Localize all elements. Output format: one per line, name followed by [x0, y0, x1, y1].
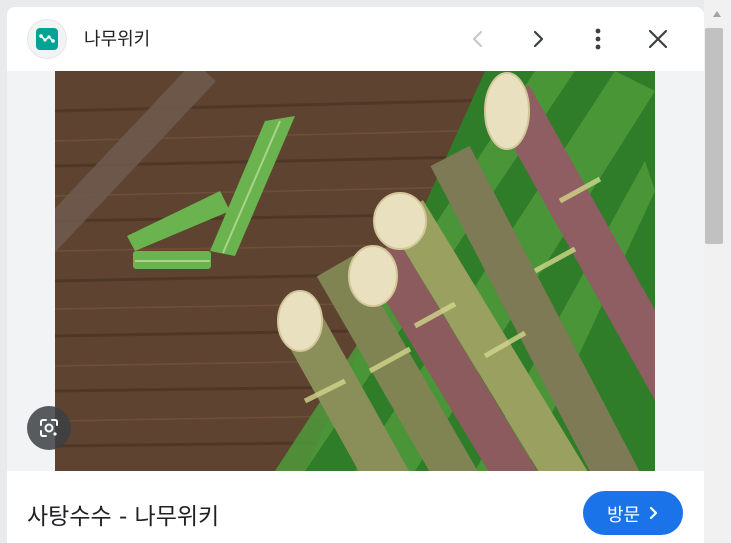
image-preview-panel: 나무위키 사탕수수 - 나무위키 방문: [7, 7, 704, 543]
image-area: [7, 71, 704, 471]
next-button[interactable]: [522, 23, 554, 55]
scroll-up-arrow-icon[interactable]: [712, 10, 722, 18]
site-favicon[interactable]: [27, 19, 67, 59]
sugarcane-photo[interactable]: [55, 71, 655, 471]
more-vert-icon: [595, 28, 601, 50]
lens-search-button[interactable]: [27, 406, 71, 450]
google-lens-icon: [40, 419, 58, 437]
chevron-right-icon: [649, 506, 658, 520]
chevron-right-icon: [533, 30, 544, 48]
more-options-button[interactable]: [582, 23, 614, 55]
page-title[interactable]: 사탕수수 - 나무위키: [27, 497, 219, 531]
close-icon: [648, 29, 668, 49]
site-name[interactable]: 나무위키: [84, 25, 150, 51]
preview-header: 나무위키: [7, 7, 704, 71]
visit-label: 방문: [607, 505, 641, 526]
chevron-left-icon: [472, 30, 483, 48]
scrollbar-thumb[interactable]: [705, 28, 723, 244]
scrollbar[interactable]: [704, 0, 731, 543]
close-button[interactable]: [642, 23, 674, 55]
visit-button[interactable]: 방문: [583, 491, 683, 535]
previous-button[interactable]: [462, 23, 494, 55]
preview-footer: 사탕수수 - 나무위키 방문: [7, 471, 704, 543]
namuwiki-logo-icon: [36, 28, 58, 50]
